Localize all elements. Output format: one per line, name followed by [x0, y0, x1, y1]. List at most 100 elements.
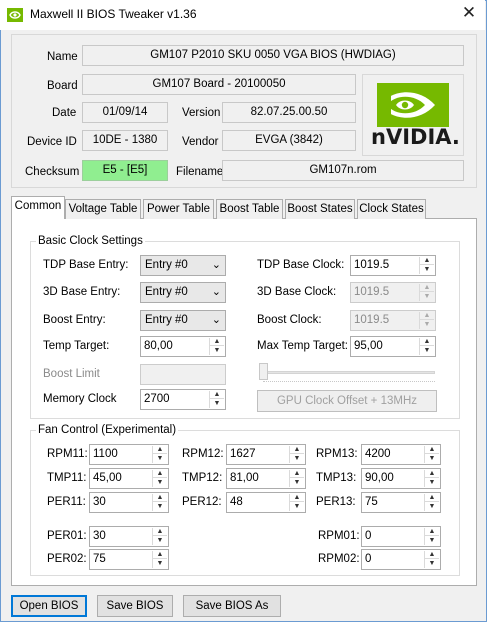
save-bios-as-button[interactable]: Save BIOS As [183, 595, 281, 617]
rpm01-label: RPM01: [318, 530, 360, 542]
per02-spinner[interactable]: ▲ ▼ [152, 551, 167, 568]
spin-down-icon[interactable]: ▼ [425, 503, 439, 511]
spin-down-icon[interactable]: ▼ [420, 347, 434, 355]
max-temp-target-spinner[interactable]: ▲ ▼ [419, 338, 434, 355]
nvidia-logo: nVIDIA. [362, 74, 464, 156]
tdp-base-clock-value: 1019.5 [354, 259, 390, 271]
boost-clock-spinner: ▲ ▼ [419, 312, 434, 329]
version-label: Version [182, 107, 221, 119]
board-value: GM107 Board - 20100050 [82, 74, 356, 95]
save-bios-button[interactable]: Save BIOS [97, 595, 173, 617]
per01-input[interactable]: 30 ▲ ▼ [89, 526, 169, 547]
spin-up-icon[interactable]: ▲ [210, 391, 224, 399]
tab-clock-states[interactable]: Clock States [357, 199, 426, 219]
spin-down-icon[interactable]: ▼ [290, 479, 304, 487]
tdp-base-entry-label: TDP Base Entry: [43, 259, 129, 271]
close-icon[interactable]: ✕ [455, 2, 483, 26]
per11-input[interactable]: 30 ▲ ▼ [89, 492, 169, 513]
temp-target-spinner[interactable]: ▲ ▼ [209, 338, 224, 355]
tmp13-value: 90,00 [365, 472, 394, 484]
memory-clock-spinner[interactable]: ▲ ▼ [209, 391, 224, 408]
spin-up-icon[interactable]: ▲ [210, 338, 224, 346]
spin-down-icon[interactable]: ▼ [290, 455, 304, 463]
tdp-base-clock-label: TDP Base Clock: [257, 259, 345, 271]
rpm13-input[interactable]: 4200 ▲ ▼ [361, 444, 441, 465]
3d-base-entry-value: Entry #0 [145, 286, 188, 298]
spin-down-icon[interactable]: ▼ [210, 347, 224, 355]
tmp13-input[interactable]: 90,00 ▲ ▼ [361, 468, 441, 489]
spin-up-icon[interactable]: ▲ [153, 494, 167, 502]
spin-up-icon[interactable]: ▲ [153, 470, 167, 478]
rpm11-input[interactable]: 1100 ▲ ▼ [89, 444, 169, 465]
3d-base-entry-select[interactable]: Entry #0 ⌄ [140, 282, 226, 303]
spin-down-icon[interactable]: ▼ [420, 266, 434, 274]
per12-value: 48 [230, 496, 243, 508]
spin-up-icon[interactable]: ▲ [420, 338, 434, 346]
open-bios-button[interactable]: Open BIOS [11, 595, 87, 617]
per12-input[interactable]: 48 ▲ ▼ [226, 492, 306, 513]
spin-up-icon[interactable]: ▲ [290, 446, 304, 454]
tmp11-input[interactable]: 45,00 ▲ ▼ [89, 468, 169, 489]
device-id-value: 10DE - 1380 [82, 130, 168, 151]
spin-up-icon: ▲ [420, 312, 434, 320]
spin-down-icon[interactable]: ▼ [153, 455, 167, 463]
rpm01-spinner[interactable]: ▲ ▼ [424, 528, 439, 545]
spin-up-icon[interactable]: ▲ [425, 528, 439, 536]
max-temp-target-input[interactable]: 95,00 ▲ ▼ [350, 336, 436, 357]
spin-up-icon[interactable]: ▲ [153, 551, 167, 559]
memory-clock-input[interactable]: 2700 ▲ ▼ [140, 389, 226, 410]
spin-down-icon[interactable]: ▼ [425, 560, 439, 568]
boost-entry-label: Boost Entry: [43, 314, 106, 326]
spin-down-icon[interactable]: ▼ [425, 455, 439, 463]
tab-boost-states[interactable]: Boost States [285, 199, 355, 219]
vendor-label: Vendor [182, 136, 219, 148]
rpm01-input[interactable]: 0 ▲ ▼ [361, 526, 441, 547]
spin-up-icon[interactable]: ▲ [420, 257, 434, 265]
slider-thumb [259, 363, 268, 380]
per12-spinner[interactable]: ▲ ▼ [289, 494, 304, 511]
spin-up-icon[interactable]: ▲ [290, 494, 304, 502]
chevron-down-icon: ⌄ [211, 286, 221, 298]
tmp13-spinner[interactable]: ▲ ▼ [424, 470, 439, 487]
spin-up-icon[interactable]: ▲ [153, 528, 167, 536]
slider-track [261, 371, 435, 374]
tab-power-table[interactable]: Power Table [143, 199, 214, 219]
spin-down-icon[interactable]: ▼ [425, 537, 439, 545]
rpm12-input[interactable]: 1627 ▲ ▼ [226, 444, 306, 465]
spin-up-icon[interactable]: ▲ [290, 470, 304, 478]
tab-boost-table[interactable]: Boost Table [216, 199, 283, 219]
spin-down-icon[interactable]: ▼ [210, 400, 224, 408]
temp-target-input[interactable]: 80,00 ▲ ▼ [140, 336, 226, 357]
spin-up-icon[interactable]: ▲ [153, 446, 167, 454]
tdp-base-clock-input[interactable]: 1019.5 ▲ ▼ [350, 255, 436, 276]
per02-input[interactable]: 75 ▲ ▼ [89, 549, 169, 570]
spin-up-icon[interactable]: ▲ [425, 470, 439, 478]
spin-down-icon[interactable]: ▼ [153, 479, 167, 487]
spin-down-icon[interactable]: ▼ [290, 503, 304, 511]
spin-up-icon[interactable]: ▲ [425, 446, 439, 454]
rpm11-spinner[interactable]: ▲ ▼ [152, 446, 167, 463]
rpm12-spinner[interactable]: ▲ ▼ [289, 446, 304, 463]
spin-down-icon[interactable]: ▼ [153, 503, 167, 511]
tab-common[interactable]: Common [11, 196, 65, 219]
per13-input[interactable]: 75 ▲ ▼ [361, 492, 441, 513]
tmp12-spinner[interactable]: ▲ ▼ [289, 470, 304, 487]
spin-down-icon[interactable]: ▼ [425, 479, 439, 487]
spin-up-icon[interactable]: ▲ [425, 551, 439, 559]
rpm13-spinner[interactable]: ▲ ▼ [424, 446, 439, 463]
tdp-base-clock-spinner[interactable]: ▲ ▼ [419, 257, 434, 274]
spin-up-icon[interactable]: ▲ [425, 494, 439, 502]
tdp-base-entry-select[interactable]: Entry #0 ⌄ [140, 255, 226, 276]
tab-voltage-table[interactable]: Voltage Table [65, 199, 141, 219]
rpm02-input[interactable]: 0 ▲ ▼ [361, 549, 441, 570]
per01-spinner[interactable]: ▲ ▼ [152, 528, 167, 545]
spin-down-icon[interactable]: ▼ [153, 560, 167, 568]
per13-spinner[interactable]: ▲ ▼ [424, 494, 439, 511]
per11-spinner[interactable]: ▲ ▼ [152, 494, 167, 511]
tmp11-label: TMP11: [47, 472, 87, 484]
spin-down-icon[interactable]: ▼ [153, 537, 167, 545]
tmp12-input[interactable]: 81,00 ▲ ▼ [226, 468, 306, 489]
rpm02-spinner[interactable]: ▲ ▼ [424, 551, 439, 568]
tmp11-spinner[interactable]: ▲ ▼ [152, 470, 167, 487]
boost-entry-select[interactable]: Entry #0 ⌄ [140, 310, 226, 331]
